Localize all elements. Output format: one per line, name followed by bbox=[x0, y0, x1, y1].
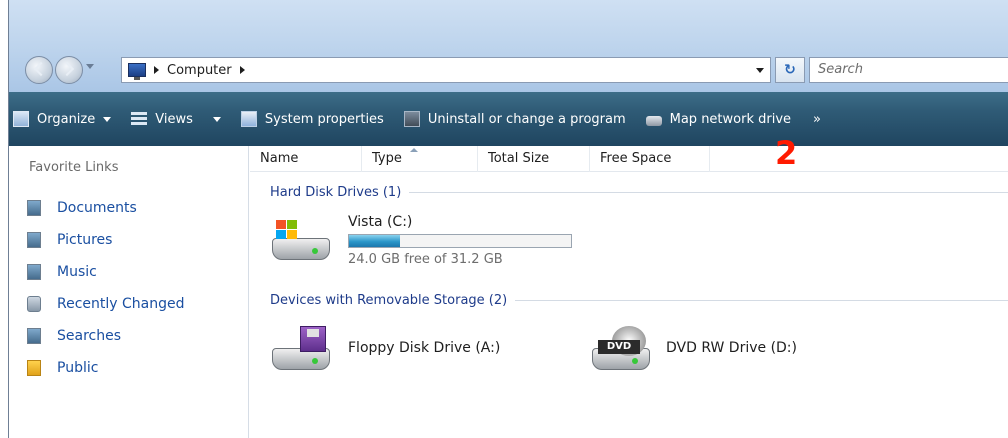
system-properties-button[interactable]: System properties bbox=[240, 105, 384, 133]
address-dropdown-icon[interactable] bbox=[756, 68, 764, 73]
uninstall-program-icon bbox=[403, 111, 420, 127]
sidebar-item-music[interactable]: Music bbox=[9, 256, 185, 288]
annotation-number: 2 bbox=[775, 134, 798, 172]
favorite-links-title: Favorite Links bbox=[29, 160, 119, 175]
dvd-badge: DVD bbox=[598, 340, 640, 354]
map-network-drive-button[interactable]: Map network drive bbox=[645, 105, 792, 133]
floppy-drive-icon bbox=[270, 324, 332, 376]
sidebar-item-public[interactable]: Public bbox=[9, 352, 185, 384]
drive-free-space: 24.0 GB free of 31.2 GB bbox=[348, 252, 503, 267]
sidebar-item-label: Documents bbox=[57, 200, 137, 216]
map-network-drive-label: Map network drive bbox=[669, 111, 792, 127]
network-drive-icon bbox=[645, 116, 662, 126]
content-pane: Name Type Total Size Free Space 2 Hard D… bbox=[250, 134, 1008, 438]
favorite-links-list: Documents Pictures Music Recently Change… bbox=[9, 192, 185, 384]
public-folder-icon bbox=[27, 360, 41, 376]
address-bar[interactable]: Computer bbox=[121, 57, 771, 83]
capacity-bar bbox=[348, 234, 572, 248]
drive-floppy-a[interactable]: Floppy Disk Drive (A:) bbox=[270, 324, 500, 376]
column-header-name[interactable]: Name bbox=[250, 146, 362, 172]
drive-name: Floppy Disk Drive (A:) bbox=[348, 340, 501, 356]
documents-icon bbox=[27, 200, 41, 216]
drive-details: DVD RW Drive (D:) bbox=[666, 340, 797, 356]
group-header-hard-disks[interactable]: Hard Disk Drives (1) bbox=[250, 182, 1008, 202]
drive-details: Vista (C:) 24.0 GB free of 31.2 GB bbox=[348, 214, 572, 267]
group-divider bbox=[409, 191, 1008, 193]
organize-icon bbox=[13, 111, 29, 127]
sort-ascending-icon bbox=[410, 148, 418, 152]
dvd-drive-icon: DVD bbox=[590, 324, 652, 376]
group-header-removable-storage[interactable]: Devices with Removable Storage (2) bbox=[250, 290, 1008, 310]
drive-dvd-d[interactable]: DVD DVD RW Drive (D:) bbox=[590, 324, 797, 376]
group-divider bbox=[515, 299, 1008, 301]
explorer-window: Computer ↻ Search Organize Views System … bbox=[8, 0, 1008, 438]
search-input[interactable]: Search bbox=[809, 57, 1008, 83]
command-bar-items: Organize Views System properties Uninsta… bbox=[9, 92, 821, 146]
sidebar-item-pictures[interactable]: Pictures bbox=[9, 224, 185, 256]
drive-vista-c[interactable]: Vista (C:) 24.0 GB free of 31.2 GB bbox=[270, 214, 572, 267]
drive-name: Vista (C:) bbox=[348, 214, 413, 230]
uninstall-program-button[interactable]: Uninstall or change a program bbox=[403, 105, 626, 133]
forward-button[interactable] bbox=[55, 56, 83, 84]
column-header-type-label: Type bbox=[372, 151, 402, 166]
column-header-row: Name Type Total Size Free Space 2 bbox=[250, 134, 1008, 172]
sidebar-item-documents[interactable]: Documents bbox=[9, 192, 185, 224]
views-button[interactable]: Views bbox=[131, 105, 221, 133]
chevron-down-icon bbox=[103, 116, 112, 122]
sidebar-item-label: Public bbox=[57, 360, 99, 376]
searches-icon bbox=[27, 328, 41, 344]
music-icon bbox=[27, 264, 41, 280]
sidebar-item-recently-changed[interactable]: Recently Changed bbox=[9, 288, 185, 320]
more-commands-button[interactable]: » bbox=[813, 112, 821, 127]
chevron-down-icon bbox=[212, 116, 221, 122]
organize-button[interactable]: Organize bbox=[13, 105, 112, 133]
pictures-icon bbox=[27, 232, 41, 248]
refresh-icon: ↻ bbox=[784, 62, 796, 78]
system-properties-icon bbox=[240, 111, 257, 127]
sidebar-item-label: Music bbox=[57, 264, 97, 280]
group-label: Hard Disk Drives (1) bbox=[270, 184, 402, 200]
computer-icon bbox=[128, 63, 146, 80]
sidebar-item-searches[interactable]: Searches bbox=[9, 320, 185, 352]
drive-details: Floppy Disk Drive (A:) bbox=[348, 340, 500, 356]
back-arrow-icon bbox=[33, 61, 49, 77]
views-icon bbox=[131, 111, 148, 127]
column-header-free-space[interactable]: Free Space bbox=[590, 146, 710, 172]
forward-arrow-icon bbox=[59, 61, 75, 77]
group-label: Devices with Removable Storage (2) bbox=[270, 292, 508, 308]
sidebar-item-label: Pictures bbox=[57, 232, 113, 248]
address-bar-area: Computer ↻ Search bbox=[9, 0, 1008, 92]
command-bar: Organize Views System properties Uninsta… bbox=[9, 92, 1008, 146]
column-header-type[interactable]: Type bbox=[362, 146, 478, 172]
system-properties-label: System properties bbox=[264, 111, 384, 127]
recently-changed-icon bbox=[27, 296, 41, 312]
sidebar-item-label: Recently Changed bbox=[57, 296, 185, 312]
back-button[interactable] bbox=[25, 56, 53, 84]
drive-name: DVD RW Drive (D:) bbox=[666, 340, 797, 356]
hard-drive-icon bbox=[270, 214, 332, 266]
recent-pages-dropdown-icon[interactable] bbox=[86, 64, 94, 69]
refresh-button[interactable]: ↻ bbox=[775, 57, 805, 83]
windows-logo-icon bbox=[276, 220, 298, 240]
uninstall-program-label: Uninstall or change a program bbox=[427, 111, 626, 127]
navigation-pane: Favorite Links Documents Pictures Music … bbox=[9, 146, 249, 438]
column-header-total-size[interactable]: Total Size bbox=[478, 146, 590, 172]
capacity-bar-fill bbox=[349, 235, 401, 247]
breadcrumb-arrow-icon[interactable] bbox=[154, 66, 159, 74]
breadcrumb-computer[interactable]: Computer bbox=[167, 63, 232, 78]
sidebar-item-label: Searches bbox=[57, 328, 122, 344]
views-label: Views bbox=[155, 111, 193, 127]
breadcrumb-arrow-icon[interactable] bbox=[239, 66, 245, 74]
organize-label: Organize bbox=[37, 111, 96, 127]
